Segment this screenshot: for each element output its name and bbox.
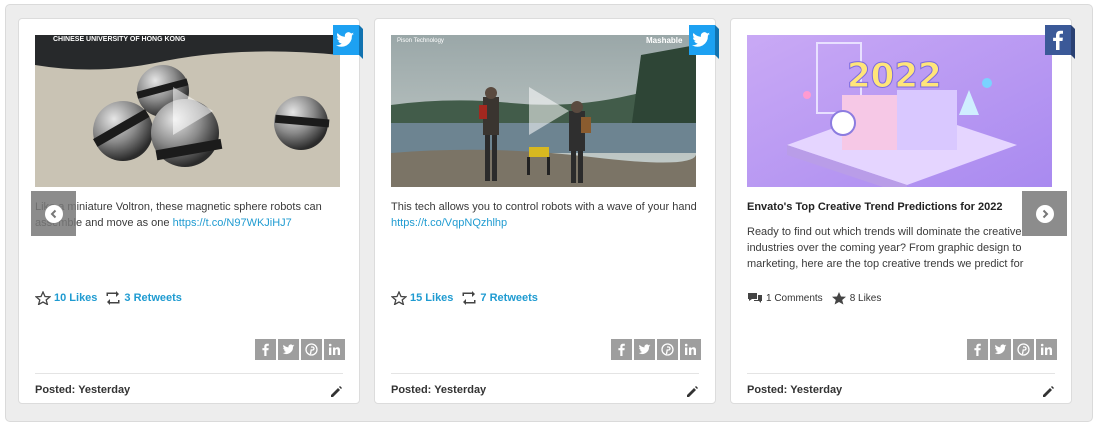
video-thumbnail[interactable]: Pison Technology Mashable <box>391 35 696 187</box>
share-bar <box>611 339 701 360</box>
carousel-prev-button[interactable] <box>31 191 76 236</box>
retweet-icon <box>462 291 476 305</box>
likes-link[interactable]: 15 Likes <box>410 292 453 304</box>
media-caption: CHINESE UNIVERSITY OF HONG KONG <box>53 36 186 43</box>
star-icon <box>831 292 846 305</box>
post-stats: 1 Comments 8 Likes <box>747 291 881 305</box>
comments-icon <box>748 293 762 303</box>
comments-count[interactable]: 1 Comments <box>766 293 823 304</box>
pencil-icon[interactable] <box>329 385 343 399</box>
post-link[interactable]: https://t.co/VqpNQzhlhp <box>391 217 507 229</box>
pencil-icon[interactable] <box>1041 385 1055 399</box>
post-body: This tech allows you to control robots w… <box>391 201 697 213</box>
likes-link[interactable]: 10 Likes <box>54 292 97 304</box>
facebook-share-icon[interactable] <box>255 339 276 360</box>
linkedin-share-icon[interactable] <box>680 339 701 360</box>
post-footer: Posted: Yesterday <box>747 373 1055 404</box>
post-image[interactable]: 2022 <box>747 35 1052 187</box>
carousel-next-button[interactable] <box>1022 191 1067 236</box>
twitter-share-icon[interactable] <box>634 339 655 360</box>
posted-date: Posted: Yesterday <box>35 384 131 396</box>
post-stats: 15 Likes 7 Retweets <box>391 291 538 305</box>
post-text: Envato's Top Creative Trend Predictions … <box>747 199 1047 272</box>
image-headline-text: 2022 <box>847 56 942 96</box>
post-card-3: 2022 Envato's Top Creative Trend Predict… <box>730 18 1075 404</box>
post-text: Like a miniature Voltron, these magnetic… <box>35 199 345 231</box>
pinterest-share-icon[interactable] <box>657 339 678 360</box>
twitter-share-icon[interactable] <box>278 339 299 360</box>
media-caption-left: Pison Technology <box>397 38 444 44</box>
twitter-badge-icon <box>689 25 719 61</box>
chevron-right-icon <box>1035 204 1054 223</box>
post-stats: 10 Likes 3 Retweets <box>35 291 182 305</box>
video-thumbnail[interactable]: CHINESE UNIVERSITY OF HONG KONG <box>35 35 340 187</box>
pinterest-share-icon[interactable] <box>301 339 322 360</box>
post-link[interactable]: https://t.co/N97WKJiHJ7 <box>173 217 292 229</box>
post-footer: Posted: Yesterday <box>35 373 343 404</box>
twitter-badge-icon <box>333 25 363 61</box>
retweet-icon <box>106 291 120 305</box>
share-bar <box>967 339 1057 360</box>
share-bar <box>255 339 345 360</box>
posted-date: Posted: Yesterday <box>391 384 487 396</box>
retweets-link[interactable]: 7 Retweets <box>480 292 537 304</box>
facebook-share-icon[interactable] <box>967 339 988 360</box>
facebook-badge-icon <box>1045 25 1075 61</box>
likes-count[interactable]: 8 Likes <box>850 293 882 304</box>
post-body: Ready to find out which trends will domi… <box>747 226 1024 270</box>
chevron-left-icon <box>44 204 63 223</box>
posted-date: Posted: Yesterday <box>747 384 843 396</box>
post-headline[interactable]: Envato's Top Creative Trend Predictions … <box>747 199 1047 215</box>
linkedin-share-icon[interactable] <box>1036 339 1057 360</box>
media-caption-right: Mashable <box>646 36 683 45</box>
post-text: This tech allows you to control robots w… <box>391 199 701 231</box>
pencil-icon[interactable] <box>685 385 699 399</box>
post-footer: Posted: Yesterday <box>391 373 699 404</box>
social-feed: CHINESE UNIVERSITY OF HONG KONG Like a m… <box>5 4 1093 422</box>
retweets-link[interactable]: 3 Retweets <box>124 292 181 304</box>
star-icon <box>35 291 51 305</box>
facebook-share-icon[interactable] <box>611 339 632 360</box>
linkedin-share-icon[interactable] <box>324 339 345 360</box>
post-card-2: Pison Technology Mashable This tech allo… <box>374 18 719 404</box>
star-icon <box>391 291 407 305</box>
twitter-share-icon[interactable] <box>990 339 1011 360</box>
pinterest-share-icon[interactable] <box>1013 339 1034 360</box>
